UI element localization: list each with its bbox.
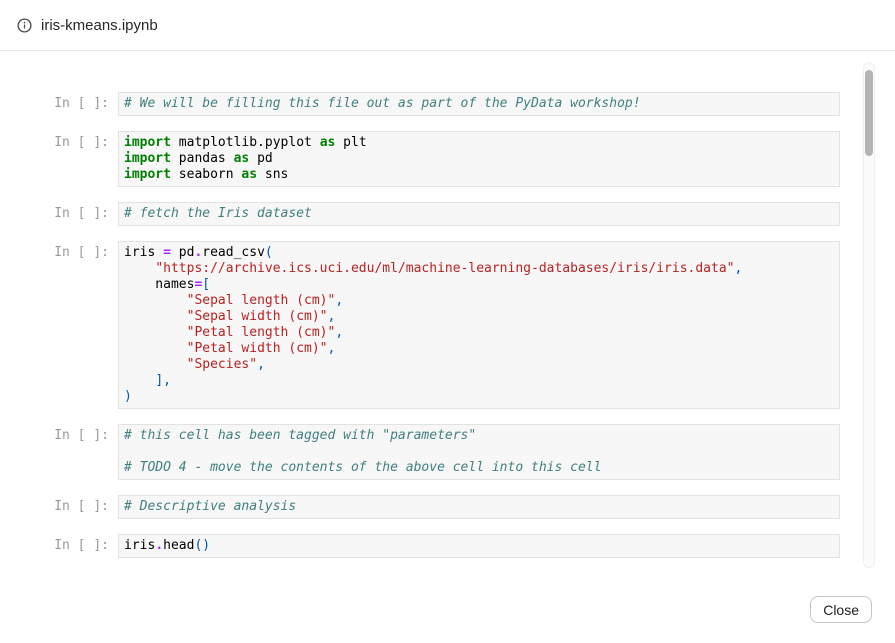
close-button[interactable]: Close xyxy=(810,596,872,623)
cell-source: import matplotlib.pyplot as plt import p… xyxy=(118,131,840,187)
cell-prompt: In [ ]: xyxy=(0,131,118,187)
cell-prompt: In [ ]: xyxy=(0,241,118,409)
cell-prompt: In [ ]: xyxy=(0,202,118,226)
cell-source: # fetch the Iris dataset xyxy=(118,202,840,226)
modal-header: iris-kmeans.ipynb xyxy=(0,0,895,51)
file-title: iris-kmeans.ipynb xyxy=(41,17,158,34)
notebook-scrollbar-track[interactable] xyxy=(863,62,875,568)
notebook-preview: In [ ]:# We will be filling this file ou… xyxy=(0,52,895,570)
notebook-cell: In [ ]:# Descriptive analysis xyxy=(0,495,840,519)
cell-prompt: In [ ]: xyxy=(0,495,118,519)
cell-source: iris.head() xyxy=(118,534,840,558)
notebook-cell: In [ ]:# We will be filling this file ou… xyxy=(0,92,840,116)
info-icon xyxy=(17,18,32,33)
cell-source: iris = pd.read_csv( "https://archive.ics… xyxy=(118,241,840,409)
notebook-cell: In [ ]:# fetch the Iris dataset xyxy=(0,202,840,226)
cell-source: # this cell has been tagged with "parame… xyxy=(118,424,840,480)
notebook-scrollbar-thumb[interactable] xyxy=(865,70,873,156)
notebook-cell: In [ ]:# this cell has been tagged with … xyxy=(0,424,840,480)
notebook-cell: In [ ]:import matplotlib.pyplot as plt i… xyxy=(0,131,840,187)
cell-prompt: In [ ]: xyxy=(0,92,118,116)
notebook-cell: In [ ]:iris = pd.read_csv( "https://arch… xyxy=(0,241,840,409)
cell-source: # Descriptive analysis xyxy=(118,495,840,519)
notebook-cell: In [ ]:iris.head() xyxy=(0,534,840,558)
cells: In [ ]:# We will be filling this file ou… xyxy=(0,92,840,558)
cell-source: # We will be filling this file out as pa… xyxy=(118,92,840,116)
cell-prompt: In [ ]: xyxy=(0,424,118,480)
cell-prompt: In [ ]: xyxy=(0,534,118,558)
